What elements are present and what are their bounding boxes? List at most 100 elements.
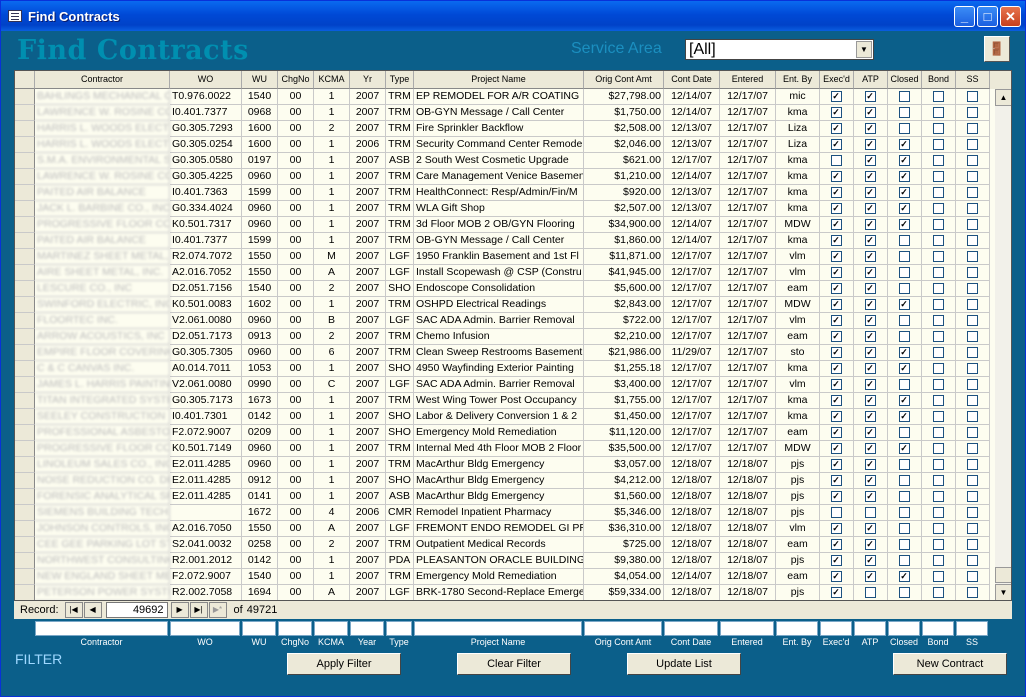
- cell-orig-cont-amt[interactable]: $11,120.00: [584, 425, 664, 441]
- cell-bond[interactable]: [922, 345, 956, 361]
- checkbox[interactable]: [932, 123, 944, 134]
- cell-yr[interactable]: 2007: [350, 153, 386, 169]
- cell-bond[interactable]: [922, 425, 956, 441]
- filter-input-cont-date[interactable]: [664, 621, 718, 636]
- cell-contractor[interactable]: SIEMENS BUILDING TECHN: [35, 505, 170, 521]
- cell-orig-cont-amt[interactable]: $59,334.00: [584, 585, 664, 600]
- cell-ent-by[interactable]: pjs: [776, 505, 820, 521]
- cell-entered[interactable]: 12/17/07: [720, 137, 776, 153]
- first-record-icon[interactable]: |◀: [64, 602, 83, 618]
- cell-chgno[interactable]: 00: [278, 521, 314, 537]
- cell-execd[interactable]: ✓: [820, 121, 854, 137]
- cell-kcma[interactable]: 1: [314, 233, 350, 249]
- vertical-scrollbar[interactable]: ▲ ▼: [995, 89, 1011, 600]
- cell-type[interactable]: ASB: [386, 153, 414, 169]
- checkbox[interactable]: [932, 443, 944, 454]
- checkbox[interactable]: ✓: [864, 139, 876, 150]
- cell-yr[interactable]: 2007: [350, 105, 386, 121]
- cell-bond[interactable]: [922, 377, 956, 393]
- cell-project-name[interactable]: EP REMODEL FOR A/R COATING: [414, 89, 584, 105]
- cell-orig-cont-amt[interactable]: $4,212.00: [584, 473, 664, 489]
- cell-chgno[interactable]: 00: [278, 409, 314, 425]
- cell-atp[interactable]: ✓: [854, 281, 888, 297]
- cell-contractor[interactable]: NORTHWEST CONSULTING: [35, 553, 170, 569]
- cell-ss[interactable]: [956, 489, 990, 505]
- cell-orig-cont-amt[interactable]: $2,843.00: [584, 297, 664, 313]
- cell-bond[interactable]: [922, 441, 956, 457]
- checkbox[interactable]: ✓: [864, 443, 876, 454]
- cell-closed[interactable]: [888, 505, 922, 521]
- cell-atp[interactable]: ✓: [854, 441, 888, 457]
- cell-wo[interactable]: V2.061.0080: [170, 377, 242, 393]
- cell-orig-cont-amt[interactable]: $5,346.00: [584, 505, 664, 521]
- cell-entered[interactable]: 12/17/07: [720, 169, 776, 185]
- cell-contractor[interactable]: FLOORTEC INC.: [35, 313, 170, 329]
- cell-orig-cont-amt[interactable]: $9,380.00: [584, 553, 664, 569]
- checkbox[interactable]: ✓: [864, 539, 876, 550]
- checkbox[interactable]: [966, 523, 978, 534]
- checkbox[interactable]: ✓: [830, 315, 842, 326]
- cell-orig-cont-amt[interactable]: $2,046.00: [584, 137, 664, 153]
- cell-atp[interactable]: ✓: [854, 313, 888, 329]
- checkbox[interactable]: [932, 331, 944, 342]
- checkbox[interactable]: [966, 363, 978, 374]
- checkbox[interactable]: [966, 315, 978, 326]
- minimize-button[interactable]: _: [954, 6, 975, 27]
- filter-input-ent-by[interactable]: [776, 621, 818, 636]
- cell-chgno[interactable]: 00: [278, 441, 314, 457]
- cell-kcma[interactable]: 1: [314, 105, 350, 121]
- table-row[interactable]: HARRIS L. WOODS ELECT G0.305.0254 1600 00 1 2…: [15, 137, 993, 153]
- cell-ent-by[interactable]: vlm: [776, 377, 820, 393]
- cell-chgno[interactable]: 00: [278, 457, 314, 473]
- cell-closed[interactable]: ✓: [888, 217, 922, 233]
- cell-orig-cont-amt[interactable]: $34,900.00: [584, 217, 664, 233]
- table-row[interactable]: BAHLINGS MECHANICAL C T0.976.0022 1540 00 1 2…: [15, 89, 993, 105]
- cell-project-name[interactable]: 4950 Wayfinding Exterior Painting: [414, 361, 584, 377]
- cell-ent-by[interactable]: kma: [776, 185, 820, 201]
- table-row[interactable]: NOISE REDUCTION CO. DE E2.011.4285 0912 00 1…: [15, 473, 993, 489]
- cell-ent-by[interactable]: sto: [776, 345, 820, 361]
- cell-wo[interactable]: G0.305.0580: [170, 153, 242, 169]
- column-header-type[interactable]: Type: [386, 71, 414, 89]
- cell-yr[interactable]: 2007: [350, 121, 386, 137]
- cell-yr[interactable]: 2007: [350, 329, 386, 345]
- cell-cont-date[interactable]: 12/17/07: [664, 297, 720, 313]
- cell-chgno[interactable]: 00: [278, 217, 314, 233]
- next-record-icon[interactable]: ▶: [170, 602, 189, 618]
- cell-wo[interactable]: D2.051.7156: [170, 281, 242, 297]
- checkbox[interactable]: ✓: [864, 283, 876, 294]
- checkbox[interactable]: ✓: [898, 299, 910, 310]
- cell-wu[interactable]: 1673: [242, 393, 278, 409]
- cell-closed[interactable]: ✓: [888, 153, 922, 169]
- cell-ent-by[interactable]: kma: [776, 169, 820, 185]
- cell-chgno[interactable]: 00: [278, 265, 314, 281]
- cell-cont-date[interactable]: 12/13/07: [664, 137, 720, 153]
- cell-bond[interactable]: [922, 297, 956, 313]
- checkbox[interactable]: [966, 379, 978, 390]
- cell-wu[interactable]: 1550: [242, 265, 278, 281]
- cell-type[interactable]: SHO: [386, 473, 414, 489]
- cell-entered[interactable]: 12/18/07: [720, 537, 776, 553]
- cell-atp[interactable]: ✓: [854, 569, 888, 585]
- cell-execd[interactable]: ✓: [820, 265, 854, 281]
- checkbox[interactable]: [864, 507, 876, 518]
- cell-project-name[interactable]: Emergency Mold Remediation: [414, 569, 584, 585]
- checkbox[interactable]: ✓: [830, 187, 842, 198]
- checkbox[interactable]: ✓: [864, 411, 876, 422]
- cell-execd[interactable]: ✓: [820, 329, 854, 345]
- cell-execd[interactable]: ✓: [820, 297, 854, 313]
- row-selector[interactable]: [15, 409, 35, 425]
- cell-cont-date[interactable]: 12/18/07: [664, 505, 720, 521]
- cell-execd[interactable]: ✓: [820, 345, 854, 361]
- cell-closed[interactable]: [888, 473, 922, 489]
- row-selector[interactable]: [15, 185, 35, 201]
- row-selector[interactable]: [15, 345, 35, 361]
- cell-entered[interactable]: 12/17/07: [720, 425, 776, 441]
- cell-bond[interactable]: [922, 489, 956, 505]
- filter-input-wu[interactable]: [242, 621, 276, 636]
- cell-project-name[interactable]: MacArthur Bldg Emergency: [414, 489, 584, 505]
- cell-wu[interactable]: 0912: [242, 473, 278, 489]
- cell-bond[interactable]: [922, 409, 956, 425]
- cell-wu[interactable]: 0142: [242, 553, 278, 569]
- cell-bond[interactable]: [922, 169, 956, 185]
